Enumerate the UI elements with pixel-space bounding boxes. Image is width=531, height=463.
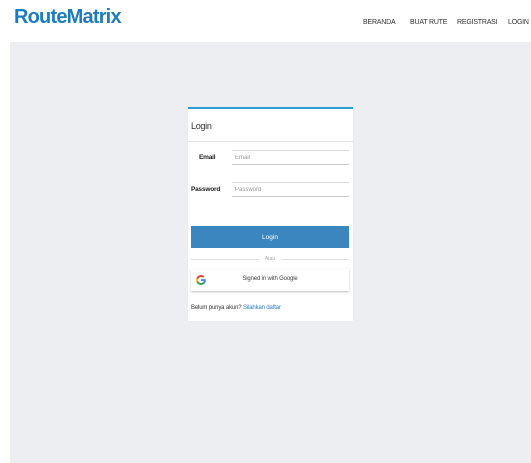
register-prompt-text: Belum punya akun? xyxy=(191,305,242,311)
email-label: Email xyxy=(199,154,216,161)
top-navbar: RouteMatrix BERANDA BUAT RUTE REGISTRASI… xyxy=(0,0,531,42)
login-card-title: Login xyxy=(191,121,212,131)
nav-link-beranda[interactable]: BERANDA xyxy=(363,19,396,26)
password-field[interactable] xyxy=(232,182,349,197)
nav-link-login[interactable]: LOGIN xyxy=(508,19,529,26)
or-divider-text: Atau xyxy=(264,256,276,262)
password-label: Password xyxy=(191,186,221,193)
register-link[interactable]: Silahkan daftar xyxy=(243,305,281,311)
login-button[interactable]: Login xyxy=(191,226,349,248)
google-signin-button[interactable]: Signed in with Google xyxy=(191,269,349,291)
login-card: Login Email Password Login Atau Signed i… xyxy=(188,107,353,321)
nav-link-registrasi[interactable]: REGISTRASI xyxy=(457,19,498,26)
brand-logo[interactable]: RouteMatrix xyxy=(14,6,122,29)
email-field[interactable] xyxy=(232,150,349,165)
nav-link-buat-rute[interactable]: BUAT RUTE xyxy=(410,19,447,26)
register-prompt: Belum punya akun? Silahkan daftar xyxy=(191,305,281,311)
or-divider: Atau xyxy=(191,255,349,263)
google-signin-label: Signed in with Google xyxy=(242,276,298,282)
card-divider xyxy=(188,141,353,142)
